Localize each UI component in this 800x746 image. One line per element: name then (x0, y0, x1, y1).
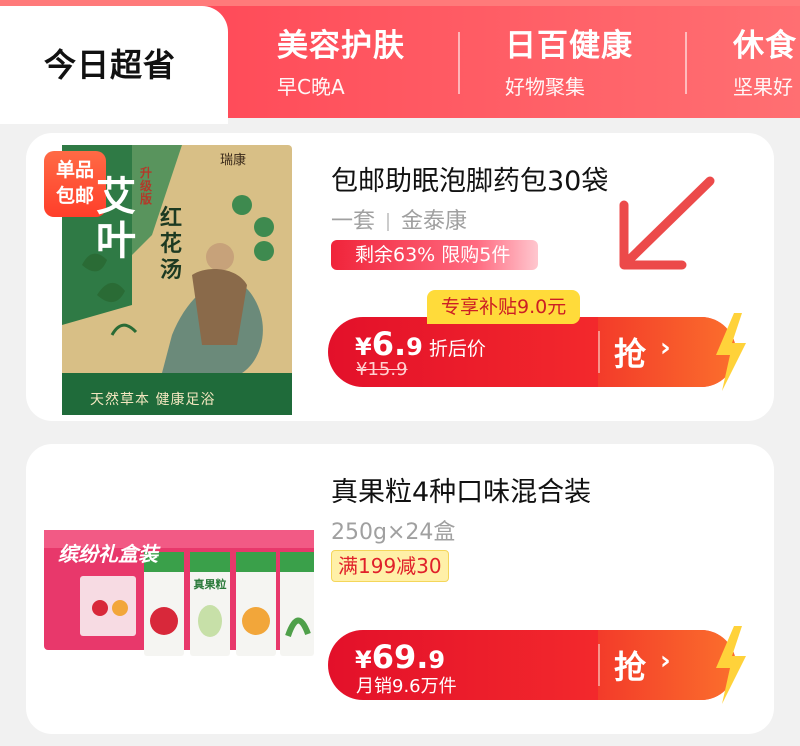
pack-upgrade-tag: 升级版 (140, 166, 153, 206)
price-bar[interactable]: ¥69.9 月销9.6万件 抢 › (328, 626, 746, 704)
tab-daily-health[interactable]: 日百健康 好物聚集 (505, 20, 633, 100)
grab-divider (598, 644, 600, 686)
price-label: 折后价 (428, 338, 486, 360)
product-title[interactable]: 真果粒4种口味混合装 (331, 470, 591, 509)
price-currency: ¥ (355, 646, 372, 674)
product-spec: 250g×24盒 (331, 520, 456, 545)
product-brand: 金泰康 (401, 209, 468, 234)
tab-daily-health-subtitle: 好物聚集 (505, 75, 585, 99)
tab-beauty[interactable]: 美容护肤 早C晚A (277, 20, 405, 100)
grab-button-label: 抢 (614, 335, 647, 373)
carton-label: 真果粒 (193, 578, 227, 591)
tab-daily-health-title: 日百健康 (505, 28, 633, 64)
product-image[interactable]: 缤纷礼盒装 真果粒 (40, 516, 320, 666)
original-price: ¥15.9 (356, 359, 408, 380)
tab-snacks-subtitle: 坚果好 (733, 75, 793, 99)
tab-beauty-title: 美容护肤 (277, 28, 405, 64)
price-currency: ¥ (355, 333, 372, 361)
price-decimal: 9 (406, 333, 423, 361)
product-spec: 一套 (331, 209, 376, 234)
chevron-right-icon: › (660, 333, 671, 363)
tab-today-deals[interactable]: 今日超省 (0, 6, 228, 124)
product-title[interactable]: 包邮助眠泡脚药包30袋 (331, 159, 608, 198)
gift-box-text: 缤纷礼盒装 (58, 542, 158, 566)
price: ¥6.9 折后价 (355, 325, 486, 363)
tab-divider (458, 32, 460, 94)
monthly-sales: 月销9.6万件 (356, 676, 457, 697)
product-spec-line: 一套 金泰康 (331, 203, 467, 235)
grab-button[interactable]: 抢 › (598, 313, 746, 391)
spec-divider (387, 213, 390, 231)
tab-snacks-title: 休食 (733, 28, 797, 64)
price-bar[interactable]: ¥6.9 折后价 ¥15.9 抢 › (328, 313, 746, 391)
price-decimal: 9 (428, 646, 446, 674)
grab-button[interactable]: 抢 › (598, 626, 746, 704)
product-image[interactable]: 单品 包邮 瑞康 艾叶 升级版 红花汤 天然草本 健康足浴 (42, 145, 308, 415)
tab-snacks[interactable]: 休食 坚果好 (733, 20, 797, 100)
grab-divider (598, 331, 600, 373)
lightning-icon (716, 313, 746, 391)
grab-button-label: 抢 (614, 648, 647, 686)
tab-beauty-subtitle: 早C晚A (277, 75, 345, 99)
product-card[interactable]: 缤纷礼盒装 真果粒 真果粒4种口味混合装 250g×24盒 满199减30 ¥6… (26, 444, 774, 734)
pack-slogan: 天然草本 健康足浴 (90, 392, 216, 408)
discount-badge: 满199减30 (331, 550, 449, 582)
chevron-right-icon: › (660, 646, 671, 676)
pack-side-title: 红花汤 (160, 205, 183, 283)
pack-brand-mark: 瑞康 (220, 153, 247, 168)
stock-limit-badge: 剩余63% 限购5件 (331, 240, 539, 270)
tab-today-deals-label: 今日超省 (44, 46, 177, 84)
pack-big-char: 艾叶 (96, 173, 136, 264)
price-integer: 69. (371, 638, 429, 676)
lightning-icon (716, 626, 746, 704)
red-arrow-icon (619, 176, 715, 270)
tab-divider (685, 32, 687, 94)
subsidy-badge: 专享补贴9.0元 (427, 290, 581, 324)
price: ¥69.9 (355, 638, 445, 676)
price-integer: 6. (371, 325, 407, 363)
